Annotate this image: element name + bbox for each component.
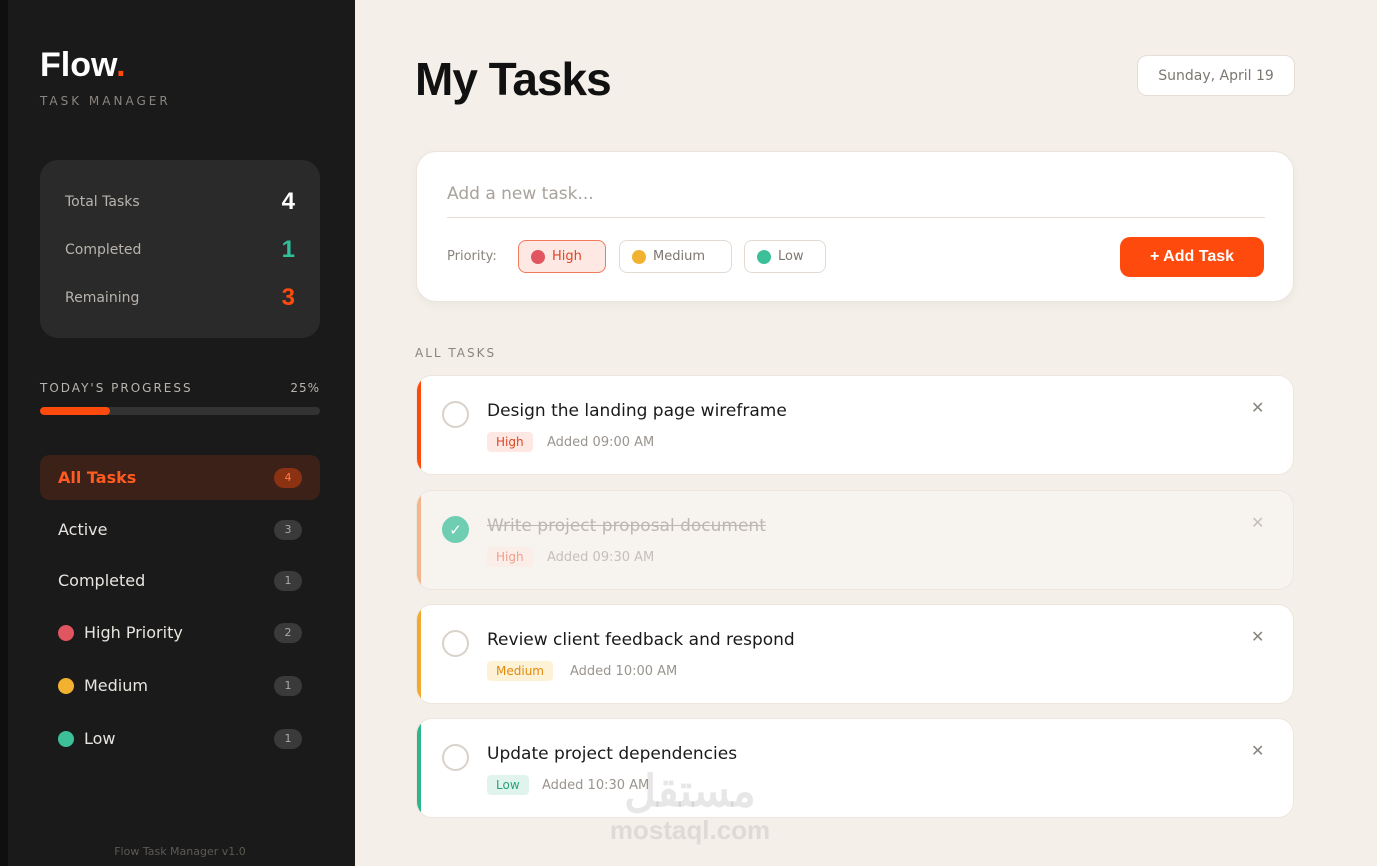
app-logo[interactable]: Flow. bbox=[40, 46, 126, 85]
task-card: ✓ Write project proposal document High Adde… bbox=[416, 490, 1294, 590]
delete-task-icon[interactable]: ✕ bbox=[1251, 627, 1264, 646]
nav-label: All Tasks bbox=[58, 468, 137, 487]
stat-remaining: Remaining 3 bbox=[65, 283, 295, 313]
delete-task-icon[interactable]: ✕ bbox=[1251, 513, 1264, 532]
priority-bar bbox=[417, 719, 421, 817]
new-task-input[interactable] bbox=[447, 170, 1265, 218]
add-task-button[interactable]: + Add Task bbox=[1120, 237, 1264, 277]
nav-count-badge: 3 bbox=[274, 519, 302, 540]
stat-completed-label: Completed bbox=[65, 242, 142, 258]
nav-item-medium[interactable]: Medium 1 bbox=[40, 663, 320, 708]
progress-fill bbox=[40, 407, 110, 415]
nav-item-high-priority[interactable]: High Priority 2 bbox=[40, 610, 320, 655]
priority-bar bbox=[417, 605, 421, 703]
nav-label: Completed bbox=[58, 571, 146, 590]
priority-option-medium[interactable]: Medium bbox=[619, 240, 732, 273]
task-title[interactable]: Design the landing page wireframe bbox=[487, 401, 787, 421]
nav-count-badge: 1 bbox=[274, 728, 302, 749]
priority-tag: High bbox=[487, 432, 533, 452]
nav-label: Active bbox=[58, 520, 108, 539]
priority-option-low[interactable]: Low bbox=[744, 240, 826, 273]
priority-option-label: Medium bbox=[653, 249, 705, 264]
priority-dot-icon bbox=[757, 249, 771, 264]
priority-option-high[interactable]: High bbox=[518, 240, 606, 273]
stat-completed: Completed 1 bbox=[65, 235, 295, 265]
progress-percent: 25% bbox=[290, 381, 320, 395]
priority-label: Priority: bbox=[447, 249, 497, 264]
nav-count-badge: 1 bbox=[274, 675, 302, 696]
nav-label: High Priority bbox=[84, 623, 183, 642]
date-display: Sunday, April 19 bbox=[1137, 55, 1295, 96]
priority-tag: Medium bbox=[487, 661, 553, 681]
delete-task-icon[interactable]: ✕ bbox=[1251, 741, 1264, 760]
nav-label: Medium bbox=[84, 676, 148, 695]
priority-dot-icon bbox=[58, 677, 74, 694]
task-card: Design the landing page wireframe High Add… bbox=[416, 375, 1294, 475]
task-timestamp: Added 09:00 AM bbox=[547, 435, 655, 450]
task-title[interactable]: Update project dependencies bbox=[487, 744, 737, 764]
priority-tag: High bbox=[487, 547, 533, 567]
priority-bar bbox=[417, 491, 421, 589]
nav-item-low[interactable]: Low 1 bbox=[40, 716, 320, 761]
progress-label: TODAY'S PROGRESS bbox=[40, 381, 193, 395]
priority-bar bbox=[417, 376, 421, 474]
app-version: Flow Task Manager v1.0 bbox=[114, 845, 246, 858]
priority-dot-icon bbox=[58, 730, 74, 747]
stat-remaining-value: 3 bbox=[281, 284, 295, 311]
stat-completed-value: 1 bbox=[281, 236, 295, 263]
nav-item-active[interactable]: Active 3 bbox=[40, 507, 320, 552]
stats-card: Total Tasks 4 Completed 1 Remaining 3 bbox=[40, 160, 320, 338]
page-title: My Tasks bbox=[415, 53, 612, 105]
priority-option-label: Low bbox=[778, 249, 804, 264]
watermark-arabic: مستقل bbox=[624, 767, 756, 816]
task-card: Review client feedback and respond Medium… bbox=[416, 604, 1294, 704]
progress-bar bbox=[40, 407, 320, 415]
task-timestamp: Added 10:00 AM bbox=[570, 664, 678, 679]
nav-count-badge: 4 bbox=[274, 467, 302, 488]
priority-dot-icon bbox=[531, 249, 545, 264]
watermark-latin: mostaql.com bbox=[609, 815, 771, 845]
priority-dot-icon bbox=[632, 249, 646, 264]
task-title[interactable]: Write project proposal document bbox=[487, 516, 766, 536]
priority-option-label: High bbox=[552, 249, 582, 264]
sidebar: Flow. TASK MANAGER Total Tasks 4 Complet… bbox=[0, 0, 355, 866]
task-timestamp: Added 09:30 AM bbox=[547, 550, 655, 565]
add-task-card: Priority: High Medium Low + Add Task bbox=[416, 151, 1294, 302]
watermark: مستقل mostaql.com bbox=[600, 767, 780, 845]
nav-label: Low bbox=[84, 729, 116, 748]
checkmark-icon: ✓ bbox=[449, 520, 462, 539]
stat-total-label: Total Tasks bbox=[65, 194, 140, 210]
task-checkbox[interactable] bbox=[442, 630, 469, 657]
task-checkbox[interactable] bbox=[442, 401, 469, 428]
priority-dot-icon bbox=[58, 624, 74, 641]
nav-item-all-tasks[interactable]: All Tasks 4 bbox=[40, 455, 320, 500]
stat-remaining-label: Remaining bbox=[65, 290, 140, 306]
delete-task-icon[interactable]: ✕ bbox=[1251, 398, 1264, 417]
nav-count-badge: 1 bbox=[274, 570, 302, 591]
task-title[interactable]: Review client feedback and respond bbox=[487, 630, 795, 650]
task-card: Update project dependencies Low Added 10:3… bbox=[416, 718, 1294, 818]
stat-total-value: 4 bbox=[281, 188, 295, 215]
priority-tag: Low bbox=[487, 775, 529, 795]
nav-item-completed[interactable]: Completed 1 bbox=[40, 558, 320, 603]
task-checkbox[interactable]: ✓ bbox=[442, 516, 469, 543]
stat-total: Total Tasks 4 bbox=[65, 187, 295, 217]
section-label: ALL TASKS bbox=[415, 346, 497, 360]
nav-count-badge: 2 bbox=[274, 622, 302, 643]
task-checkbox[interactable] bbox=[442, 744, 469, 771]
app-subtitle: TASK MANAGER bbox=[40, 94, 171, 108]
